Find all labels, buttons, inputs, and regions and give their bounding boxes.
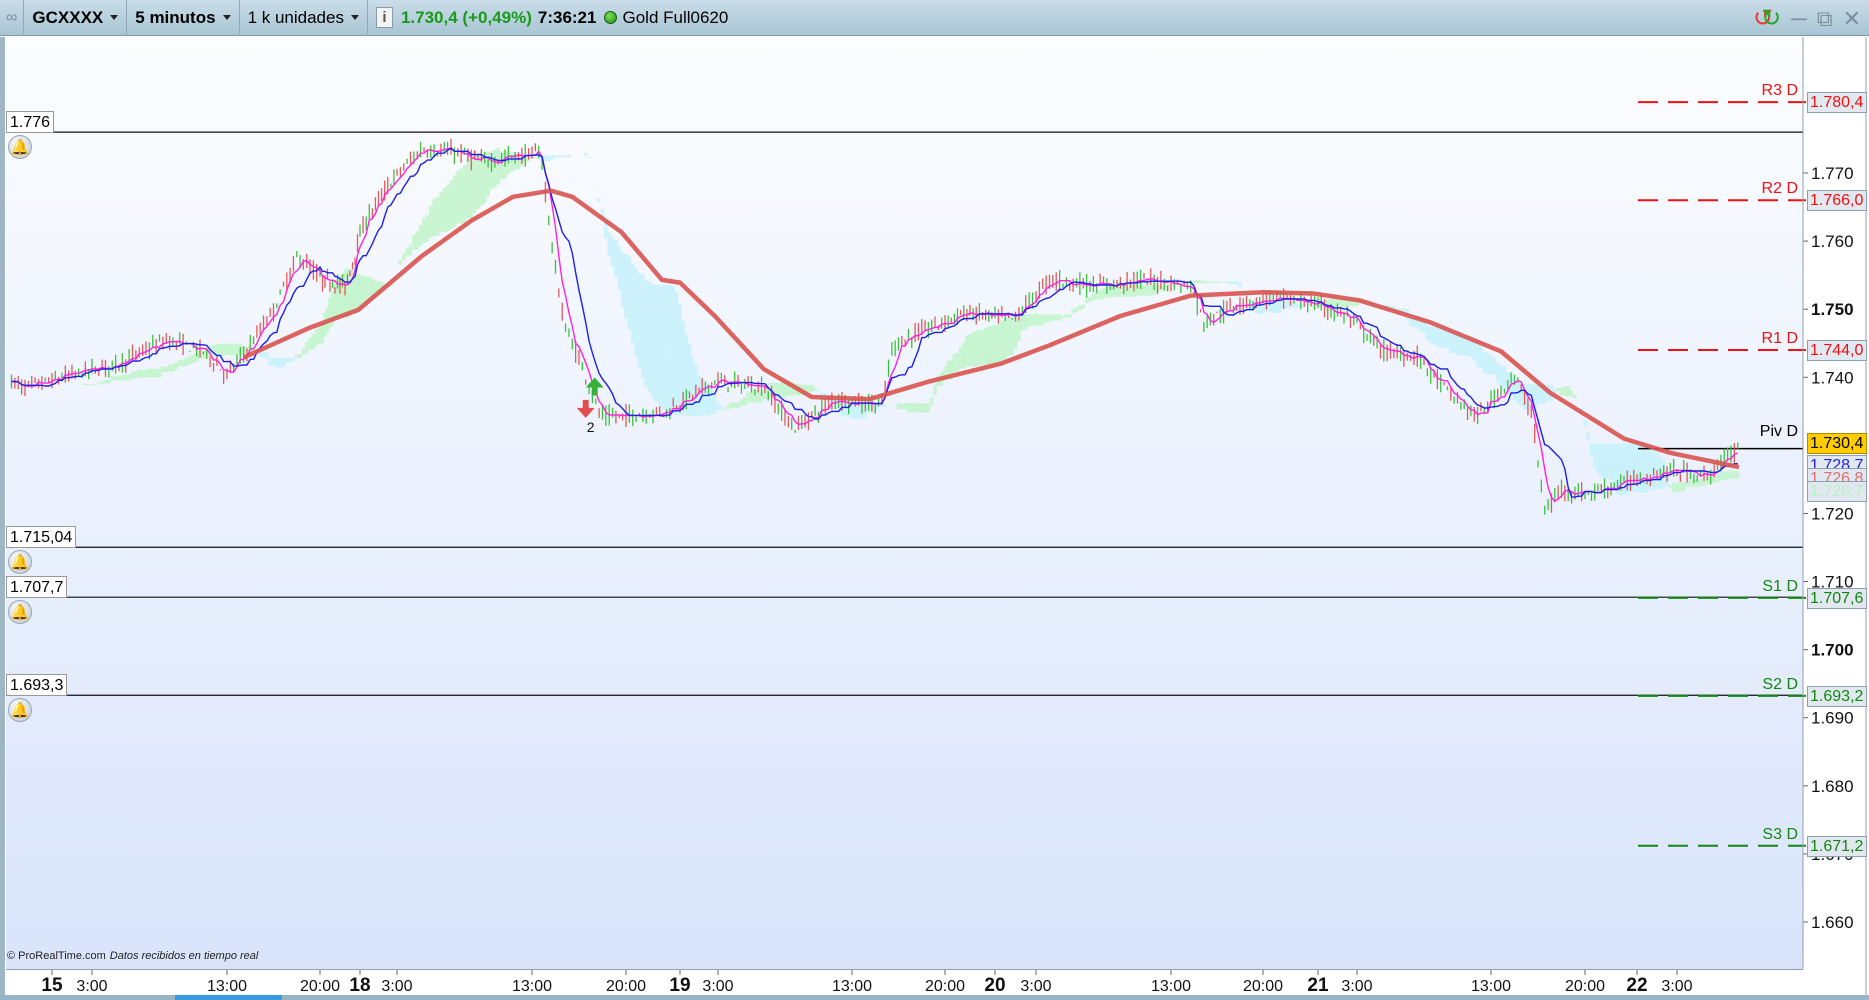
- instrument-selector[interactable]: GCXXXX: [24, 0, 128, 36]
- x-tick-label: 20: [984, 975, 1005, 995]
- status-dot-icon: [604, 11, 618, 24]
- alert-level-label[interactable]: 1.776: [6, 111, 55, 134]
- x-tick-label: 21: [1307, 975, 1329, 995]
- y-tick-label: 1.760: [1811, 232, 1854, 251]
- chart-toolbar: ∞ GCXXXX 5 minutos 1 k unidades i 1.730,…: [0, 0, 1869, 36]
- units-selector[interactable]: 1 k unidades: [240, 0, 368, 36]
- y-tick-label: 1.700: [1811, 641, 1854, 660]
- pivot-name: R2 D: [1761, 180, 1798, 198]
- timeframe-label: 5 minutos: [135, 7, 216, 27]
- signal-count: 2: [587, 419, 595, 435]
- plot-area: [6, 37, 1803, 969]
- bell-icon[interactable]: 🔔: [8, 600, 32, 625]
- x-tick-label: 13:00: [1151, 978, 1191, 995]
- y-tick-label: 1.680: [1811, 777, 1854, 796]
- x-tick-label: 20:00: [1243, 978, 1283, 995]
- x-tick-label: 19: [669, 975, 690, 995]
- timeframe-selector[interactable]: 5 minutos: [127, 0, 240, 36]
- alert-level-label[interactable]: 1.715,04: [6, 526, 77, 549]
- x-tick-label: 22: [1626, 975, 1647, 995]
- y-tick-label: 1.690: [1811, 709, 1854, 728]
- x-tick-label: 13:00: [512, 978, 552, 995]
- x-tick-label: 3:00: [702, 978, 733, 995]
- x-tick-label: 20:00: [1565, 978, 1605, 995]
- pivot-price-tag: 1.780,4: [1807, 92, 1867, 114]
- last-price: 1.730,4 (+0,49%): [400, 7, 532, 27]
- x-tick-label: 3:00: [1020, 978, 1051, 995]
- link-icon[interactable]: ∞: [0, 0, 25, 36]
- x-tick-label: 3:00: [381, 978, 412, 995]
- close-icon[interactable]: ✕: [1843, 6, 1861, 32]
- clock: 7:36:21: [537, 7, 597, 27]
- pivot-price-tag: 1.730,4: [1807, 432, 1867, 454]
- pivot-price-tag: 1.671,2: [1807, 835, 1867, 857]
- alert-level-label[interactable]: 1.693,3: [6, 674, 68, 697]
- pivot-price-tag: 1.693,2: [1807, 685, 1867, 707]
- y-tick-label: 1.750: [1811, 300, 1854, 319]
- feed-name: Gold Full0620: [622, 7, 729, 27]
- x-tick-label: 3:00: [1341, 978, 1372, 995]
- restore-icon[interactable]: ⧉: [1817, 6, 1833, 32]
- bell-icon[interactable]: 🔔: [8, 550, 32, 575]
- x-tick-label: 20:00: [606, 978, 646, 995]
- pivot-name: S3 D: [1762, 825, 1798, 843]
- x-tick-label: 18: [349, 975, 370, 995]
- left-border: [0, 37, 5, 995]
- pivot-price-tag: 1.707,6: [1807, 587, 1867, 609]
- x-tick-label: 3:00: [1661, 978, 1692, 995]
- y-tick-label: 1.770: [1811, 164, 1854, 183]
- info-icon[interactable]: i: [375, 7, 393, 28]
- y-tick-label: 1.740: [1811, 368, 1854, 387]
- scrollbar-thumb[interactable]: [175, 995, 282, 1000]
- x-tick-label: 15: [41, 975, 63, 995]
- x-tick-label: 3:00: [76, 978, 107, 995]
- x-tick-label: 13:00: [1471, 978, 1511, 995]
- bell-icon[interactable]: 🔔: [8, 698, 32, 723]
- indicator-price-tag: 1.726,7: [1807, 481, 1867, 502]
- alert-level-label[interactable]: 1.707,7: [6, 576, 68, 599]
- x-tick-label: 13:00: [832, 978, 872, 995]
- footer-note: © ProRealTime.com Datos recibidos en tiem…: [7, 950, 258, 962]
- instrument-label: GCXXXX: [32, 7, 104, 27]
- x-tick-label: 20:00: [925, 978, 965, 995]
- bell-icon[interactable]: 🔔: [8, 135, 32, 160]
- y-tick-label: 1.720: [1811, 504, 1854, 523]
- y-tick-label: 1.660: [1811, 913, 1854, 932]
- refresh-arrows-icon[interactable]: ↺↻: [1753, 4, 1781, 33]
- pivot-price-tag: 1.766,0: [1807, 190, 1867, 212]
- pivot-name: S2 D: [1762, 675, 1798, 693]
- pivot-name: R1 D: [1761, 330, 1798, 348]
- pivot-name: R3 D: [1761, 82, 1798, 100]
- data-status: Datos recibidos en tiempo real: [109, 950, 259, 962]
- pivot-price-tag: 1.744,0: [1807, 340, 1867, 362]
- pivot-name: Piv D: [1759, 422, 1798, 440]
- x-tick-label: 20:00: [300, 978, 340, 995]
- copyright: © ProRealTime.com: [7, 950, 106, 962]
- horizontal-scrollbar[interactable]: [0, 995, 1869, 1000]
- minimize-icon[interactable]: ─: [1791, 6, 1807, 32]
- units-label: 1 k unidades: [247, 7, 344, 27]
- x-tick-label: 13:00: [207, 978, 247, 995]
- price-chart[interactable]: 21.7701.7601.7501.7401.7201.7101.7001.69…: [0, 37, 1869, 995]
- pivot-name: S1 D: [1762, 577, 1798, 595]
